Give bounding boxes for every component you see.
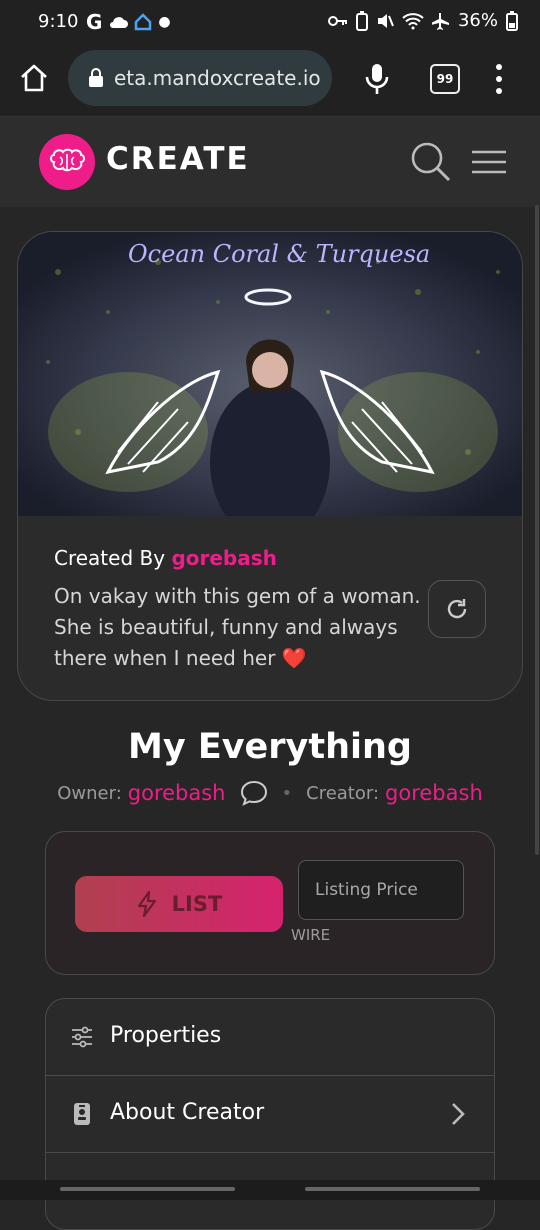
app-header: CREATE <box>0 117 540 207</box>
id-badge-icon <box>74 1103 90 1125</box>
owner-creator-line: Owner: gorebash • Creator: gorebash <box>0 780 540 806</box>
url-text: eta.mandoxcreate.io <box>114 66 321 90</box>
creator-label: Creator: <box>306 782 380 804</box>
separator-dot: • <box>281 782 293 804</box>
status-bar: 9:10 G ● 36% <box>0 0 540 44</box>
status-right-icons: 36% <box>327 10 518 31</box>
status-left-icons: G ● <box>86 10 171 34</box>
battery-icon <box>506 10 518 31</box>
brand-name[interactable]: CREATE <box>106 141 250 177</box>
accordion-about-creator[interactable]: About Creator <box>46 1076 494 1153</box>
search-icon[interactable] <box>408 139 452 183</box>
browser-toolbar: eta.mandoxcreate.io 99 <box>0 44 540 117</box>
creator-link-secondary[interactable]: gorebash <box>385 781 483 805</box>
battery-percent: 36% <box>457 10 498 31</box>
accordion-about-creator-label: About Creator <box>110 1100 265 1125</box>
microphone-icon[interactable] <box>364 62 390 96</box>
key-icon <box>327 15 347 26</box>
browser-home-icon[interactable] <box>18 62 50 94</box>
tab-count: 99 <box>436 72 454 86</box>
page-scrollbar[interactable] <box>535 205 539 855</box>
creator-link[interactable]: gorebash <box>171 546 276 570</box>
neon-sign-text: Ocean Coral & Turquesa <box>128 240 430 268</box>
address-bar[interactable]: eta.mandoxcreate.io <box>68 50 332 106</box>
mute-icon <box>377 13 394 28</box>
google-icon: G <box>86 10 103 34</box>
chevron-right-icon <box>452 1103 465 1125</box>
sliders-icon <box>72 1026 92 1048</box>
refresh-button[interactable] <box>428 580 486 638</box>
chat-bubble-icon[interactable] <box>240 780 268 806</box>
owner-link[interactable]: gorebash <box>128 781 226 805</box>
accordion-properties-label: Properties <box>110 1023 222 1048</box>
lightning-icon <box>137 890 156 918</box>
brain-icon <box>50 148 85 172</box>
navigation-gesture-bar <box>0 1180 540 1200</box>
listing-panel: LIST WIRE <box>45 831 495 975</box>
browser-menu-icon[interactable] <box>494 62 504 96</box>
hamburger-menu-icon[interactable] <box>470 149 508 175</box>
list-button-label: LIST <box>171 892 223 916</box>
brain-logo-icon[interactable] <box>39 134 95 190</box>
tab-switcher-button[interactable]: 99 <box>430 64 460 94</box>
wifi-icon <box>402 12 424 29</box>
accordion-properties[interactable]: Properties <box>46 999 494 1076</box>
airplane-icon <box>431 12 449 30</box>
nft-description: On vakay with this gem of a woman. She i… <box>54 584 421 670</box>
battery-saver-icon <box>355 10 368 31</box>
cloud-icon <box>110 17 129 28</box>
nft-image[interactable]: Ocean Coral & Turquesa <box>18 232 522 516</box>
lock-icon <box>89 68 103 87</box>
home-icon <box>135 13 152 31</box>
refresh-icon <box>447 599 467 619</box>
nft-card: Ocean Coral & Turquesa Created By goreba… <box>17 231 523 701</box>
owner-label: Owner: <box>57 782 122 804</box>
item-title: My Everything <box>128 727 412 767</box>
gesture-segment <box>305 1187 480 1191</box>
dot-icon: ● <box>158 14 171 30</box>
list-button[interactable]: LIST <box>75 876 283 932</box>
created-by-label: Created By <box>54 546 166 570</box>
currency-label: WIRE <box>291 926 331 944</box>
status-time: 9:10 <box>38 11 79 32</box>
created-by-line: Created By gorebash <box>54 546 277 570</box>
listing-price-input[interactable] <box>298 860 464 920</box>
gesture-segment <box>60 1187 235 1191</box>
